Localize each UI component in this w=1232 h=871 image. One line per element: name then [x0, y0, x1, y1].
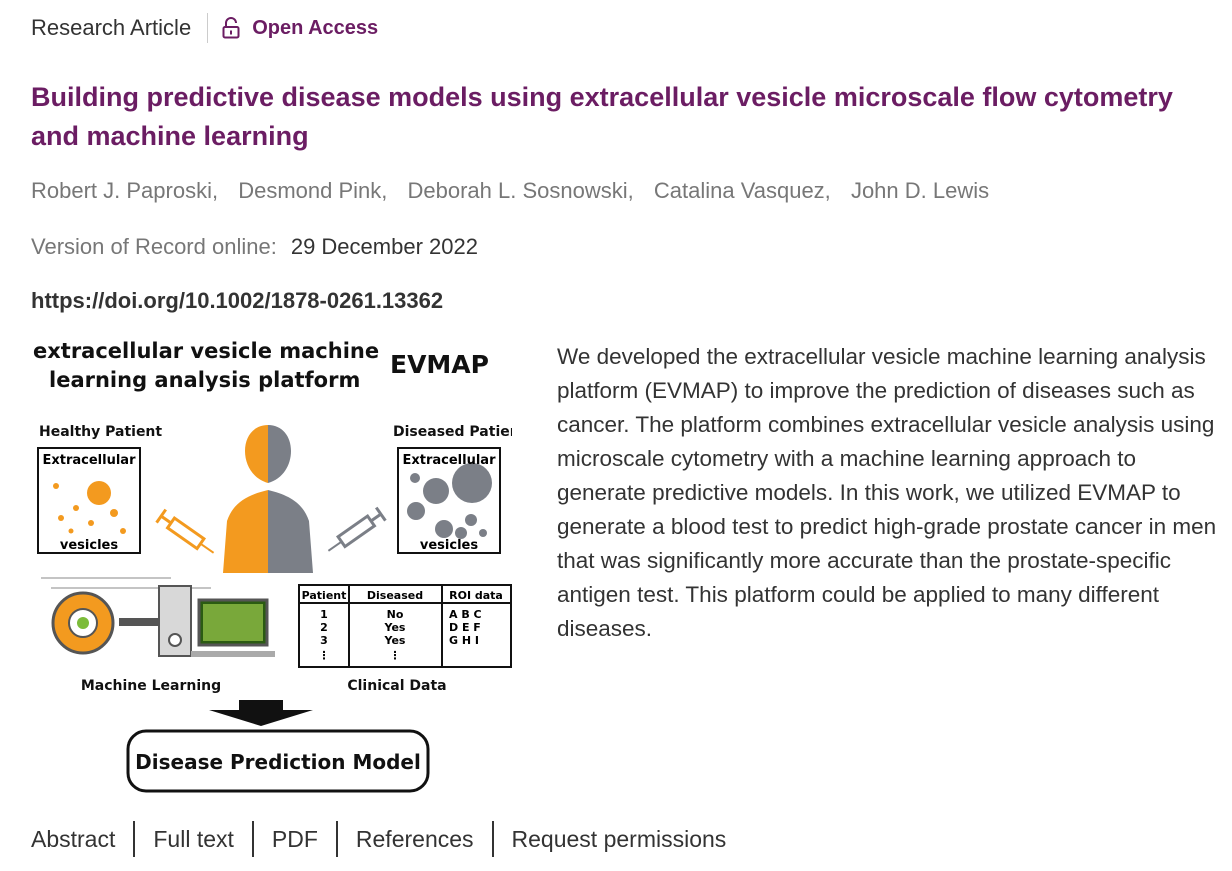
table-header-patient: Patient: [302, 589, 347, 602]
diseased-vesicles-box: Extracellular vesicles: [397, 447, 501, 554]
table-cell-roi: G H I: [449, 634, 479, 647]
record-date: 29 December 2022: [290, 234, 478, 259]
table-cell-diseased: Yes: [384, 634, 406, 647]
syringe-icon: [327, 506, 387, 552]
tab-separator: [491, 821, 494, 857]
table-cell-diseased: Yes: [384, 621, 406, 634]
healthy-box-top-label: Extracellular: [43, 453, 137, 468]
publication-record: Version of Record online: 29 December 202…: [31, 234, 478, 260]
clinical-data-table: Patient Diseased ROI data 1 2 3 ⋮ No Yes…: [298, 584, 512, 668]
author-name[interactable]: John D. Lewis: [851, 178, 989, 203]
graphical-abstract[interactable]: extracellular vesicle machine learning a…: [31, 333, 527, 795]
table-cell-patient: 2: [320, 621, 328, 634]
author-name[interactable]: Catalina Vasquez,: [654, 178, 831, 203]
down-arrow-icon: [209, 700, 313, 726]
abstract-summary: We developed the extracellular vesicle m…: [557, 344, 1217, 641]
tab-full-text[interactable]: Full text: [153, 826, 234, 853]
healthy-vesicles-box: Extracellular vesicles: [37, 447, 141, 554]
record-label: Version of Record online:: [31, 234, 277, 259]
open-access-badge: Open Access: [222, 17, 378, 40]
author-name[interactable]: Deborah L. Sosnowski,: [408, 178, 634, 203]
table-cell-roi: A B C: [449, 608, 482, 621]
unlock-icon: [222, 17, 240, 39]
prediction-model-label: Disease Prediction Model: [135, 750, 421, 774]
tab-separator: [133, 821, 136, 857]
clinical-data-label: Clinical Data: [347, 678, 446, 694]
tab-separator: [335, 821, 338, 857]
article-title-link[interactable]: Building predictive disease models using…: [31, 78, 1226, 156]
machine-learning-label: Machine Learning: [81, 678, 221, 694]
table-header-diseased: Diseased: [367, 589, 423, 602]
table-cell-diseased: No: [387, 608, 404, 621]
author-name[interactable]: Desmond Pink,: [238, 178, 387, 203]
article-meta-row: Research Article Open Access: [31, 12, 378, 44]
table-header-roi: ROI data: [449, 589, 503, 602]
author-list: Robert J. Paproski, Desmond Pink, Debora…: [31, 178, 1003, 204]
diseased-patient-label: Diseased Patient: [393, 424, 512, 440]
healthy-box-bottom-label: vesicles: [60, 538, 118, 553]
figure-title-line2: learning analysis platform: [49, 368, 360, 392]
doi-link[interactable]: https://doi.org/10.1002/1878-0261.13362: [31, 288, 443, 314]
figure-acronym: EVMAP: [390, 350, 489, 379]
figure-title-line1: extracellular vesicle machine: [33, 339, 379, 363]
tab-request-permissions[interactable]: Request permissions: [512, 826, 727, 853]
diseased-box-bottom-label: vesicles: [420, 538, 478, 553]
open-access-label: Open Access: [252, 16, 379, 39]
patient-silhouette: [223, 425, 313, 573]
table-cell-patient: ⋮: [319, 649, 330, 662]
syringe-icon: [155, 508, 215, 554]
graphical-abstract-svg: extracellular vesicle machine learning a…: [33, 339, 527, 793]
tab-references[interactable]: References: [356, 826, 474, 853]
article-type: Research Article: [31, 15, 192, 40]
table-cell-patient: 1: [320, 608, 328, 621]
healthy-patient-label: Healthy Patient: [39, 424, 162, 440]
machine-learning-illustration: [41, 577, 275, 657]
tab-abstract[interactable]: Abstract: [31, 826, 115, 853]
meta-divider: [207, 13, 209, 43]
table-cell-diseased: ⋮: [390, 649, 401, 662]
author-name[interactable]: Robert J. Paproski,: [31, 178, 218, 203]
diseased-box-top-label: Extracellular: [403, 453, 497, 468]
table-cell-roi: D E F: [449, 621, 481, 634]
article-links-bar: Abstract Full text PDF References Reques…: [31, 820, 726, 858]
table-cell-patient: 3: [320, 634, 328, 647]
tab-pdf[interactable]: PDF: [272, 826, 318, 853]
tab-separator: [251, 821, 254, 857]
